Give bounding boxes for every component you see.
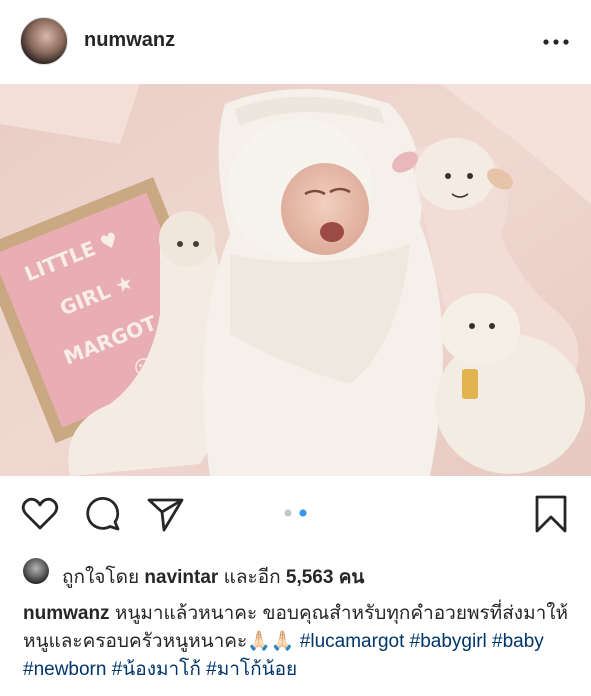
carousel-indicator: [284, 509, 307, 517]
liker-username: navintar: [144, 567, 219, 588]
post-username[interactable]: numwanz: [84, 29, 175, 52]
action-bar: [0, 476, 591, 548]
hashtag[interactable]: #newborn: [23, 659, 106, 680]
hashtag[interactable]: #babygirl: [410, 631, 487, 652]
share-send-icon[interactable]: [146, 494, 186, 534]
post-image[interactable]: LITTLE ♥ GIRL ★ MARGOT ☺: [0, 84, 591, 476]
likes-text[interactable]: ถูกใจโดย navintar และอีก 5,563 คน: [62, 562, 364, 592]
hashtag[interactable]: #baby: [492, 631, 544, 652]
caption-username[interactable]: numwanz: [23, 603, 110, 624]
hashtag[interactable]: #น้องมาโก้: [112, 659, 201, 680]
profile-avatar[interactable]: [20, 17, 68, 65]
like-heart-icon[interactable]: [20, 494, 60, 534]
post-header: numwanz: [0, 0, 591, 82]
post-caption: numwanz หนูมาแล้วหนาคะ ขอบคุณสำหรับทุกคำ…: [23, 600, 573, 684]
likes-summary: ถูกใจโดย navintar และอีก 5,563 คน: [0, 554, 591, 588]
likes-count: 5,563: [285, 567, 334, 588]
liker-avatar[interactable]: [23, 558, 49, 584]
more-options-icon[interactable]: [540, 32, 572, 52]
hashtag[interactable]: #lucamargot: [300, 631, 405, 652]
hashtag[interactable]: #มาโก้น้อย: [206, 659, 297, 680]
bookmark-save-icon[interactable]: [531, 494, 571, 534]
comment-icon[interactable]: [84, 494, 124, 534]
